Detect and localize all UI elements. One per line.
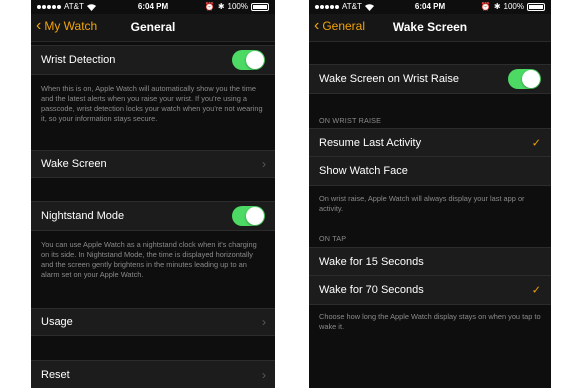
- section-header-on-wrist-raise: ON WRIST RAISE: [319, 116, 382, 125]
- status-bar: AT&T 6:04 PM ⏰ ✱ 100%: [309, 0, 551, 14]
- status-bar: AT&T 6:04 PM ⏰ ✱ 100%: [31, 0, 275, 14]
- usage-label: Usage: [41, 316, 73, 328]
- nightstand-mode-description: You can use Apple Watch as a nightstand …: [41, 240, 257, 279]
- wake-screen-label: Wake Screen: [41, 158, 107, 170]
- wrist-detection-description: When this is on, Apple Watch will automa…: [41, 84, 263, 123]
- checkmark-icon: ✓: [531, 284, 541, 297]
- option-label: Wake for 70 Seconds: [319, 284, 424, 296]
- nightstand-mode-toggle[interactable]: [232, 206, 265, 226]
- wrist-raise-row[interactable]: Wake Screen on Wrist Raise: [309, 64, 551, 94]
- settings-list: Wrist Detection When this is on, Apple W…: [31, 42, 275, 388]
- option-label: Resume Last Activity: [319, 136, 422, 149]
- usage-row[interactable]: Usage ›: [31, 308, 275, 336]
- general-screen: AT&T 6:04 PM ⏰ ✱ 100% ‹ My Watch General…: [31, 0, 275, 388]
- battery-percent: 100%: [503, 2, 524, 11]
- alarm-icon: ⏰: [480, 2, 491, 11]
- chevron-right-icon: ›: [262, 157, 266, 171]
- option-resume-last-activity[interactable]: Resume Last Activity ✓: [309, 128, 551, 157]
- chevron-right-icon: ›: [262, 368, 266, 382]
- option-wake-15-seconds[interactable]: Wake for 15 Seconds: [309, 247, 551, 276]
- battery-icon: [527, 2, 545, 11]
- wake-screen-screen: AT&T 6:04 PM ⏰ ✱ 100% ‹ General Wake Scr…: [309, 0, 551, 388]
- nightstand-mode-label: Nightstand Mode: [41, 210, 125, 222]
- navigation-bar: ‹ General Wake Screen: [309, 14, 551, 42]
- page-title: General: [130, 20, 176, 34]
- option-label: Wake for 15 Seconds: [319, 255, 424, 268]
- wrist-detection-toggle[interactable]: [232, 50, 265, 70]
- settings-list: Wake Screen on Wrist Raise ON WRIST RAIS…: [309, 42, 551, 388]
- battery-icon: [251, 2, 269, 11]
- option-wake-70-seconds[interactable]: Wake for 70 Seconds ✓: [309, 276, 551, 305]
- chevron-right-icon: ›: [262, 315, 266, 329]
- battery-percent: 100%: [227, 2, 248, 11]
- on-tap-description: Choose how long the Apple Watch display …: [319, 312, 541, 331]
- nightstand-mode-row[interactable]: Nightstand Mode: [31, 201, 275, 231]
- wrist-raise-toggle[interactable]: [508, 69, 541, 89]
- wrist-detection-label: Wrist Detection: [41, 54, 116, 66]
- bluetooth-icon: ✱: [493, 2, 501, 11]
- page-title: Wake Screen: [392, 20, 468, 34]
- reset-row[interactable]: Reset ›: [31, 360, 275, 388]
- section-header-on-tap: ON TAP: [319, 234, 347, 243]
- navigation-bar: ‹ My Watch General: [31, 14, 275, 42]
- wrist-raise-description: On wrist raise, Apple Watch will always …: [319, 194, 525, 213]
- option-show-watch-face[interactable]: Show Watch Face: [309, 157, 551, 186]
- wrist-detection-row[interactable]: Wrist Detection: [31, 45, 275, 75]
- reset-label: Reset: [41, 369, 70, 381]
- wrist-raise-label: Wake Screen on Wrist Raise: [319, 73, 459, 85]
- alarm-icon: ⏰: [204, 2, 215, 11]
- checkmark-icon: ✓: [531, 137, 541, 149]
- bluetooth-icon: ✱: [217, 2, 225, 11]
- wake-screen-row[interactable]: Wake Screen ›: [31, 150, 275, 178]
- option-label: Show Watch Face: [319, 165, 408, 177]
